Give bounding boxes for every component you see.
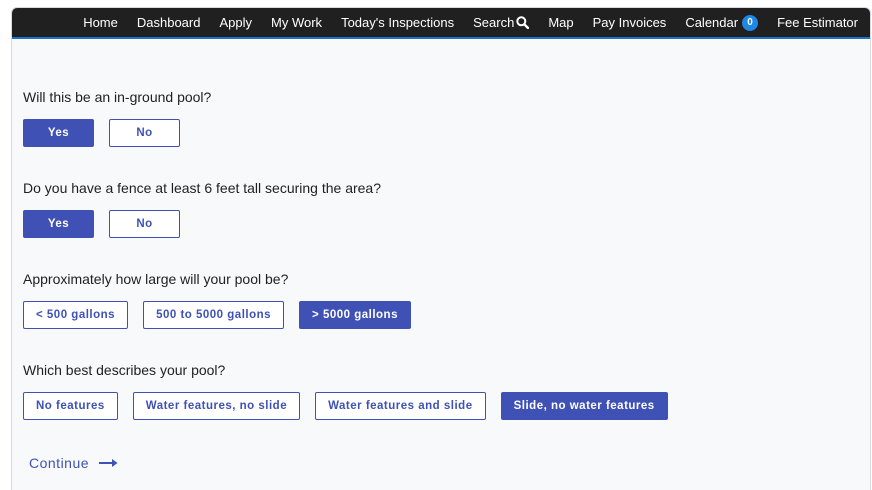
nav-map[interactable]: Map <box>548 15 573 30</box>
nav-search-label: Search <box>473 15 515 30</box>
top-nav: Home Dashboard Apply My Work Today's Ins… <box>12 8 870 39</box>
size-over-5000-button[interactable]: > 5000 gallons <box>299 301 411 329</box>
no-button[interactable]: No <box>109 210 180 238</box>
nav-calendar-label: Calendar <box>685 15 739 30</box>
nav-dashboard[interactable]: Dashboard <box>137 15 201 30</box>
question-text: Will this be an in-ground pool? <box>23 89 212 105</box>
answer-options: Yes No <box>23 119 870 147</box>
nav-calendar[interactable]: Calendar 0 <box>685 14 759 31</box>
nav-fee-estimator[interactable]: Fee Estimator <box>777 15 858 30</box>
app-window: Home Dashboard Apply My Work Today's Ins… <box>11 7 871 490</box>
answer-options: Yes No <box>23 210 870 238</box>
answer-options: No features Water features, no slide Wat… <box>23 392 870 420</box>
nav-home[interactable]: Home <box>83 15 118 30</box>
water-features-no-slide-button[interactable]: Water features, no slide <box>132 392 301 420</box>
questionnaire: Will this be an in-ground pool? Yes No D… <box>12 39 870 471</box>
nav-todays-inspections[interactable]: Today's Inspections <box>341 15 454 30</box>
nav-apply[interactable]: Apply <box>219 15 252 30</box>
no-features-button[interactable]: No features <box>23 392 118 420</box>
question-pool-size: Approximately how large will your pool b… <box>23 270 870 329</box>
nav-my-work[interactable]: My Work <box>271 15 322 30</box>
nav-search[interactable]: Search <box>473 15 530 30</box>
answer-options: < 500 gallons 500 to 5000 gallons > 5000… <box>23 301 870 329</box>
question-pool-features: Which best describes your pool? No featu… <box>23 361 870 420</box>
slide-no-water-features-button[interactable]: Slide, no water features <box>500 392 668 420</box>
question-text: Which best describes your pool? <box>23 362 226 378</box>
water-features-and-slide-button[interactable]: Water features and slide <box>315 392 486 420</box>
yes-button[interactable]: Yes <box>23 210 94 238</box>
question-text: Approximately how large will your pool b… <box>23 271 289 287</box>
question-text: Do you have a fence at least 6 feet tall… <box>23 180 382 196</box>
arrow-right-icon <box>99 458 119 468</box>
size-under-500-button[interactable]: < 500 gallons <box>23 301 129 329</box>
question-in-ground: Will this be an in-ground pool? Yes No <box>23 88 870 147</box>
yes-button[interactable]: Yes <box>23 119 94 147</box>
search-icon <box>516 16 530 29</box>
size-500-to-5000-button[interactable]: 500 to 5000 gallons <box>143 301 285 329</box>
question-fence: Do you have a fence at least 6 feet tall… <box>23 179 870 238</box>
nav-pay-invoices[interactable]: Pay Invoices <box>593 15 667 30</box>
continue-link[interactable]: Continue <box>29 455 870 471</box>
calendar-count-badge: 0 <box>742 14 759 31</box>
no-button[interactable]: No <box>109 119 180 147</box>
continue-label: Continue <box>29 455 90 471</box>
